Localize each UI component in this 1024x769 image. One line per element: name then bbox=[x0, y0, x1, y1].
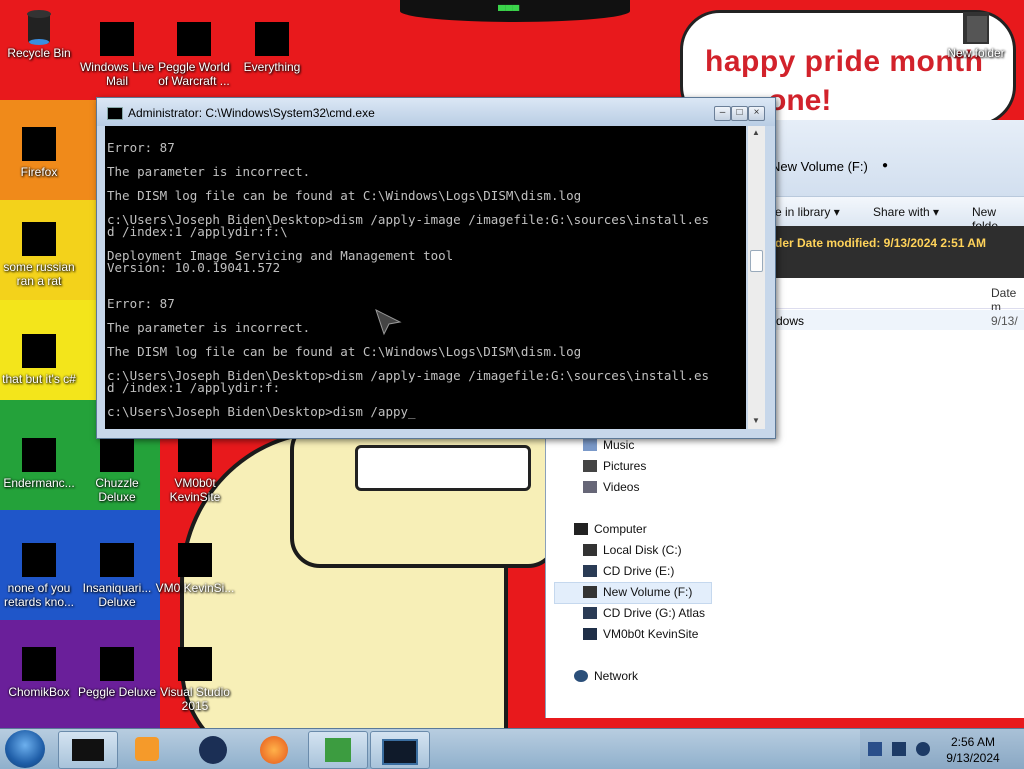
desktop-icon-peggle-deluxe[interactable]: Peggle Deluxe bbox=[75, 647, 159, 699]
clock-time: 2:56 AM bbox=[950, 735, 996, 749]
app-icon bbox=[72, 739, 104, 761]
taskbar-firefox[interactable] bbox=[245, 731, 303, 767]
game-icon bbox=[100, 438, 134, 472]
desktop-icon-everything[interactable]: Everything bbox=[230, 22, 314, 74]
search-icon bbox=[255, 22, 289, 56]
cmd-title: Administrator: C:\Windows\System32\cmd.e… bbox=[128, 106, 375, 120]
nav-pictures[interactable]: Pictures bbox=[583, 459, 646, 473]
desktop-icon-none-of-you[interactable]: none of you retards kno... bbox=[0, 543, 81, 609]
clock-date: 9/13/2024 bbox=[946, 751, 1000, 765]
nav-local-disk[interactable]: Local Disk (C:) bbox=[583, 543, 682, 557]
network-icon bbox=[574, 670, 588, 682]
details-text: der Date modified: 9/13/2024 2:51 AM bbox=[775, 236, 986, 250]
app-icon bbox=[178, 543, 212, 577]
volume-icon[interactable] bbox=[916, 742, 930, 756]
pictures-icon bbox=[583, 460, 597, 472]
nav-videos[interactable]: Videos bbox=[583, 480, 639, 494]
desktop-icon-recycle-bin[interactable]: Recycle Bin bbox=[0, 8, 81, 60]
column-header: Date m bbox=[776, 278, 1024, 314]
desktop-icon-vm0b0t[interactable]: VM0b0t KevinSite bbox=[153, 438, 237, 504]
folder-icon bbox=[959, 8, 993, 44]
mail-icon bbox=[100, 22, 134, 56]
console-text: Error: 87 The parameter is incorrect. Th… bbox=[107, 140, 710, 419]
computer-icon bbox=[574, 523, 588, 535]
include-in-library-button[interactable]: e in library ▾ bbox=[775, 205, 840, 219]
app-icon bbox=[199, 736, 227, 764]
mouse-cursor-icon bbox=[375, 309, 402, 336]
desktop-icon-endermanch[interactable]: Endermanc... bbox=[0, 438, 81, 490]
start-button[interactable] bbox=[5, 730, 45, 768]
file-row-date: 9/13/ bbox=[991, 314, 1018, 328]
file-row[interactable]: dows 9/13/ bbox=[776, 310, 1024, 330]
file-icon bbox=[22, 334, 56, 368]
nav-computer[interactable]: Computer bbox=[574, 522, 647, 536]
firefox-icon bbox=[260, 736, 288, 764]
taskbar: 2:56 AM 9/13/2024 bbox=[0, 728, 1024, 769]
videos-icon bbox=[583, 481, 597, 493]
peggle-icon bbox=[177, 22, 211, 56]
nav-cd-drive-g[interactable]: CD Drive (G:) Atlas bbox=[583, 606, 705, 620]
firefox-icon bbox=[22, 127, 56, 161]
desktop-icon-chuzzle[interactable]: Chuzzle Deluxe bbox=[75, 438, 159, 504]
desktop-icon-vm0[interactable]: VM0 KevinSi... bbox=[153, 543, 237, 595]
cd-drive-icon bbox=[583, 607, 597, 619]
cmd-titlebar[interactable]: Administrator: C:\Windows\System32\cmd.e… bbox=[97, 98, 775, 126]
taskbar-app-1[interactable] bbox=[58, 731, 118, 769]
desktop-icon-peggle-wow[interactable]: Peggle World of Warcraft ... bbox=[152, 22, 236, 88]
desktop-icon-new-folder[interactable]: New folder bbox=[934, 8, 1018, 60]
desktop-icon-windows-live-mail[interactable]: Windows Live Mail bbox=[75, 22, 159, 88]
cmd-scrollbar[interactable]: ▲ ▼ bbox=[748, 126, 765, 429]
nav-cd-drive-e[interactable]: CD Drive (E:) bbox=[583, 564, 674, 578]
taskbar-app-5[interactable] bbox=[308, 731, 368, 769]
taskbar-media-player[interactable] bbox=[118, 731, 176, 767]
share-with-button[interactable]: Share with ▾ bbox=[873, 205, 939, 219]
recycle-bin-icon bbox=[22, 8, 56, 45]
disk-icon bbox=[583, 586, 597, 598]
file-icon bbox=[22, 222, 56, 256]
peggle-icon bbox=[100, 647, 134, 681]
app-icon bbox=[325, 738, 351, 762]
close-button[interactable]: × bbox=[748, 106, 765, 121]
app-icon bbox=[178, 438, 212, 472]
scroll-up-arrow-icon[interactable]: ▲ bbox=[752, 128, 760, 137]
taskbar-cmd[interactable] bbox=[370, 731, 430, 769]
file-row-name: dows bbox=[776, 314, 805, 328]
chrome-icon bbox=[22, 543, 56, 577]
nav-new-volume[interactable]: New Volume (F:) bbox=[583, 585, 692, 599]
desktop-icon-csharp[interactable]: that but it's c# bbox=[0, 334, 81, 386]
game-icon bbox=[100, 543, 134, 577]
minimize-button[interactable]: – bbox=[714, 106, 731, 121]
address-bar[interactable]: New Volume (F:) bbox=[771, 159, 868, 174]
network-drive-icon bbox=[583, 628, 597, 640]
music-icon bbox=[583, 439, 597, 451]
cd-drive-icon bbox=[583, 565, 597, 577]
console-output[interactable]: Error: 87 The parameter is incorrect. Th… bbox=[105, 126, 746, 429]
address-dot: ● bbox=[882, 160, 889, 171]
nav-music[interactable]: Music bbox=[583, 438, 634, 452]
desktop-icon-firefox[interactable]: Firefox bbox=[0, 127, 81, 179]
app-icon bbox=[22, 438, 56, 472]
visual-studio-icon bbox=[178, 647, 212, 681]
network-icon[interactable] bbox=[892, 742, 906, 756]
cmd-icon bbox=[107, 107, 123, 120]
disk-icon bbox=[583, 544, 597, 556]
tray-icon[interactable] bbox=[868, 742, 882, 756]
desktop-icon-visual-studio[interactable]: Visual Studio 2015 bbox=[153, 647, 237, 713]
wallpaper-text-2: one! bbox=[768, 84, 832, 117]
cmd-icon bbox=[382, 739, 418, 765]
clock[interactable]: 2:56 AM 9/13/2024 bbox=[930, 734, 1016, 766]
desktop-icon-russian-rat[interactable]: some russian ran a rat bbox=[0, 222, 81, 288]
cmd-window[interactable]: Administrator: C:\Windows\System32\cmd.e… bbox=[96, 97, 776, 439]
nav-network[interactable]: Network bbox=[574, 669, 638, 683]
desktop-icon-chomikbox[interactable]: ChomikBox bbox=[0, 647, 81, 699]
scroll-thumb[interactable] bbox=[750, 250, 763, 272]
taskbar-app-3[interactable] bbox=[184, 731, 242, 767]
chomikbox-icon bbox=[22, 647, 56, 681]
nav-vm[interactable]: VM0b0t KevinSite bbox=[583, 627, 698, 641]
scroll-down-arrow-icon[interactable]: ▼ bbox=[752, 416, 760, 425]
desktop-icon-insaniquarium[interactable]: Insaniquari... Deluxe bbox=[75, 543, 159, 609]
maximize-button[interactable]: □ bbox=[731, 106, 748, 121]
media-player-icon bbox=[135, 737, 159, 761]
